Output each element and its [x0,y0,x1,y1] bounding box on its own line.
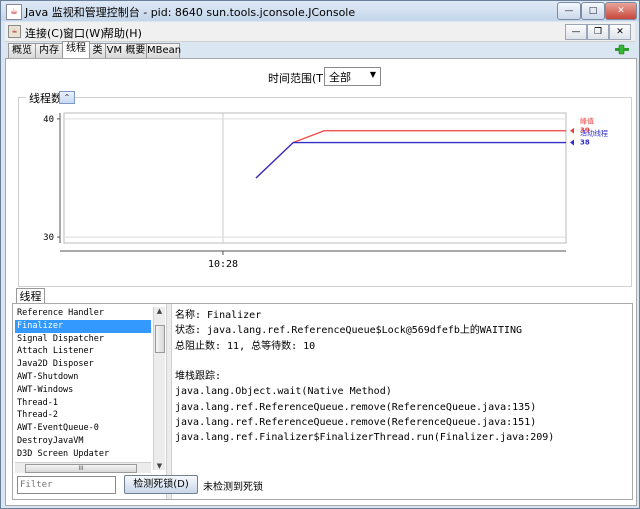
thread-list-item[interactable]: Thread-1 [15,397,151,410]
mdi-minimize-button[interactable]: — [565,24,587,40]
tab-memory[interactable]: 内存 [35,43,63,58]
tab-vm-summary[interactable]: VM 概要 [105,43,147,58]
tab-threads[interactable]: 线程 [62,41,90,59]
thread-count-chart: 403010:28峰值39活动线程38 [43,112,608,270]
minimize-button[interactable]: — [557,2,581,20]
legend-label-live: 活动线程 [580,129,608,138]
thread-list-hscrollbar[interactable]: III [15,462,151,473]
thread-detail-text: 名称: Finalizer 状态: java.lang.ref.Reference… [175,308,625,446]
scroll-up-icon[interactable]: ▲ [154,307,165,315]
x-tick-label: 10:28 [208,259,238,270]
thread-detail-line [175,354,625,369]
thread-list-item[interactable]: Thread-2 [15,409,151,422]
thread-detail-line: 状态: java.lang.ref.ReferenceQueue$Lock@56… [175,325,523,337]
thread-detail-line: java.lang.ref.ReferenceQueue.remove(Refe… [175,417,537,429]
collapse-chart-button[interactable]: ⌃ [59,91,75,104]
threads-tab-content: 时间范围(T): 全部 ▼ 线程数 ⌃ 40 30 10:28 峰值 39 活动线程 38 … [5,58,637,506]
main-tab-bar: 概览 内存 线程 类 VM 概要 MBean [5,41,635,59]
menu-help[interactable]: 帮助(H) [103,25,142,41]
mdi-restore-button[interactable]: ❐ [587,24,609,40]
thread-list-item[interactable]: Finalizer [15,319,151,333]
split-pane-divider[interactable] [166,304,172,499]
thread-detail-line: java.lang.ref.ReferenceQueue.remove(Refe… [175,401,537,413]
mdi-close-button[interactable]: ✕ [609,24,631,40]
maximize-button[interactable]: □ [581,2,605,20]
menu-window[interactable]: 窗口(W) [63,25,104,41]
series-marker-1 [570,139,574,146]
java-menu-icon: ☕ [8,25,21,38]
hscroll-thumb[interactable]: III [25,464,137,473]
thread-list-vscrollbar[interactable]: ▲ ▼ [153,307,165,470]
time-range-value: 全部 [329,71,351,84]
y-tick-label: 40 [43,115,54,125]
tab-overview[interactable]: 概览 [8,43,36,58]
tab-thread-details[interactable]: 线程 [16,288,45,304]
time-range-select[interactable]: 全部 ▼ [324,67,381,86]
thread-details-panel: Reference Handler Finalizer Signal Dispatc… [12,303,633,500]
java-app-icon: ☕ [6,4,22,20]
plot-area [63,112,567,244]
connection-status-icon [615,44,629,55]
thread-list-item[interactable]: Java2D Disposer [15,358,151,371]
detect-deadlock-button[interactable]: 检测死锁(D) [124,475,198,494]
thread-list-item[interactable]: Reference Handler [15,307,151,320]
deadlock-status: 未检测到死锁 [203,482,263,493]
tab-mbean[interactable]: MBean [146,43,181,58]
y-tick-label: 30 [43,233,54,243]
series-marker-0 [570,127,574,134]
thread-detail-line: 堆栈跟踪: [175,371,222,383]
thread-list-item[interactable]: AWT-Windows [15,384,151,397]
menu-connection[interactable]: 连接(C) [25,25,63,41]
chevron-down-icon: ▼ [369,70,376,79]
title-bar[interactable]: ☕ Java 监视和管理控制台 - pid: 8640 sun.tools.jc… [1,1,639,21]
legend-label-peak: 峰值 [580,117,594,126]
vscroll-thumb[interactable] [155,325,165,353]
jconsole-window: ☕ Java 监视和管理控制台 - pid: 8640 sun.tools.jc… [0,0,640,509]
thread-detail-line: 总阻止数: 11, 总等待数: 10 [175,340,316,352]
window-title: Java 监视和管理控制台 - pid: 8640 sun.tools.jcon… [25,6,356,19]
thread-list[interactable]: Reference Handler Finalizer Signal Dispatc… [15,307,151,470]
close-button[interactable]: ✕ [605,2,637,20]
menu-bar: ☕ 连接(C) 窗口(W) 帮助(H) — ❐ ✕ [5,22,635,42]
thread-list-item[interactable]: D3D Screen Updater [15,448,151,461]
thread-list-item[interactable]: Signal Dispatcher [15,333,151,346]
thread-detail-line: java.lang.Object.wait(Native Method) [175,386,392,398]
tab-classes[interactable]: 类 [89,43,106,58]
thread-detail-line: java.lang.ref.Finalizer$FinalizerThread.… [175,432,555,444]
scroll-down-icon[interactable]: ▼ [154,462,165,470]
legend-value-live: 38 [580,139,590,147]
filter-input[interactable] [18,477,114,493]
thread-list-item[interactable]: Attach Listener [15,345,151,358]
thread-detail-line: 名称: Finalizer [175,310,262,321]
filter-field[interactable] [17,476,116,494]
thread-list-item[interactable]: AWT-EventQueue-0 [15,422,151,435]
thread-list-item[interactable]: DestroyJavaVM [15,435,151,448]
thread-list-item[interactable]: AWT-Shutdown [15,371,151,384]
time-range-label: 时间范围(T): [268,72,332,85]
